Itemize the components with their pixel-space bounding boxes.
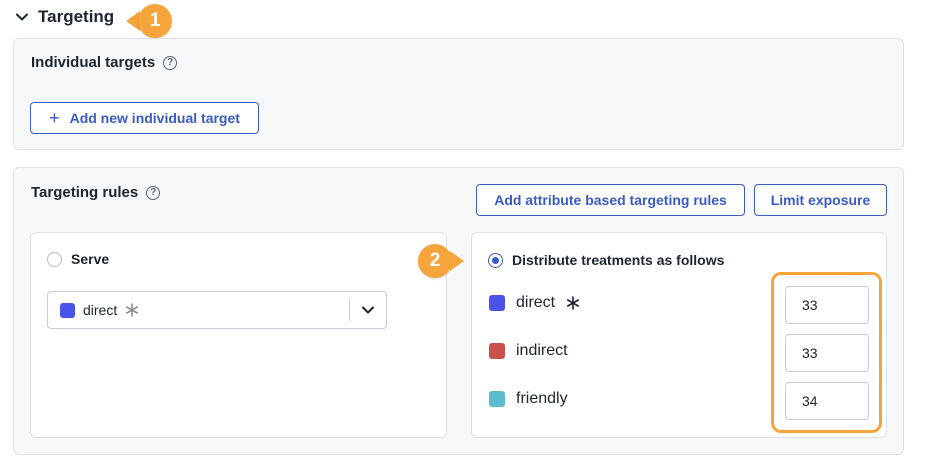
section-title: Targeting (38, 7, 115, 26)
chevron-down-icon[interactable] (350, 306, 386, 314)
treatment-color-swatch (489, 343, 505, 359)
add-attribute-rules-button[interactable]: Add attribute based targeting rules (476, 184, 745, 216)
targeting-section-toggle[interactable]: Targeting (14, 6, 114, 28)
individual-targets-heading: Individual targets ? (31, 54, 178, 71)
serve-radio-option[interactable]: Serve (47, 251, 109, 267)
callout-badge: 2 (418, 244, 452, 278)
treatment-name: indirect (516, 342, 568, 359)
treatment-color-swatch (489, 391, 505, 407)
treatment-color-swatch (489, 295, 505, 311)
add-individual-target-label: Add new individual target (69, 110, 240, 126)
select-value: direct (48, 302, 349, 318)
treatment-row-direct: direct (489, 294, 580, 312)
callout-2: 2 (418, 244, 464, 278)
serve-treatment-select[interactable]: direct (47, 291, 387, 329)
default-treatment-icon (566, 296, 580, 310)
help-icon[interactable]: ? (163, 55, 178, 70)
callout-badge: 1 (138, 4, 172, 38)
default-treatment-icon (125, 303, 139, 317)
treatment-name: friendly (516, 390, 568, 407)
distribute-radio[interactable] (488, 252, 503, 268)
treatment-friendly-percent-input[interactable] (785, 382, 869, 420)
distribute-radio-option[interactable]: Distribute treatments as follows (488, 252, 724, 268)
callout-1: 1 (126, 4, 172, 38)
serve-label: Serve (71, 251, 110, 267)
callout-pointer (450, 251, 464, 271)
targeting-rules-heading: Targeting rules ? (31, 184, 161, 201)
limit-exposure-button[interactable]: Limit exposure (754, 184, 887, 216)
treatment-color-swatch (60, 302, 75, 318)
treatment-indirect-percent-input[interactable] (785, 334, 869, 372)
help-icon[interactable]: ? (146, 185, 161, 200)
treatment-direct-percent-input[interactable] (785, 286, 869, 324)
treatment-row-friendly: friendly (489, 390, 568, 408)
distribute-label: Distribute treatments as follows (512, 252, 725, 268)
add-individual-target-button[interactable]: + Add new individual target (30, 102, 259, 134)
plus-icon: + (49, 108, 60, 128)
selected-treatment: direct (83, 302, 118, 318)
targeting-rules-title: Targeting rules (31, 184, 139, 201)
chevron-down-icon (14, 9, 30, 25)
treatment-name: direct (516, 294, 556, 311)
serve-radio[interactable] (47, 251, 62, 267)
treatment-row-indirect: indirect (489, 342, 568, 360)
individual-targets-title: Individual targets (31, 54, 156, 71)
